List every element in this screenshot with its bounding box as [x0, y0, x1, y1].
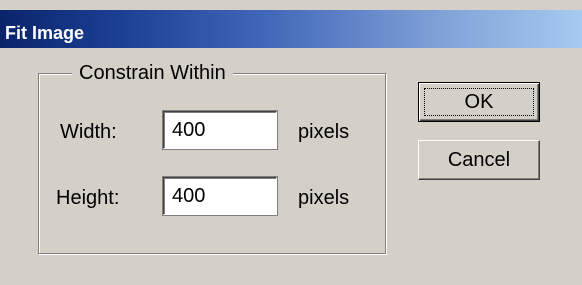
height-unit-label: pixels: [298, 187, 350, 209]
cancel-button[interactable]: Cancel: [418, 140, 540, 180]
height-label: Height:: [56, 187, 120, 209]
height-input[interactable]: [164, 178, 276, 214]
width-label: Width:: [60, 121, 117, 143]
constrain-within-legend: Constrain Within: [72, 60, 233, 86]
constrain-within-group: [38, 73, 386, 254]
cancel-button-label: Cancel: [447, 149, 511, 171]
ok-button-label: OK: [464, 91, 494, 113]
width-input[interactable]: [164, 112, 276, 148]
fit-image-dialog: Fit Image Constrain Within Width: pixels…: [0, 0, 582, 285]
dialog-title: Fit Image: [5, 23, 85, 43]
width-field[interactable]: [162, 110, 278, 150]
ok-button[interactable]: OK: [418, 82, 540, 122]
width-unit-label: pixels: [298, 121, 350, 143]
title-bar[interactable]: Fit Image: [0, 10, 582, 48]
height-field[interactable]: [162, 176, 278, 216]
